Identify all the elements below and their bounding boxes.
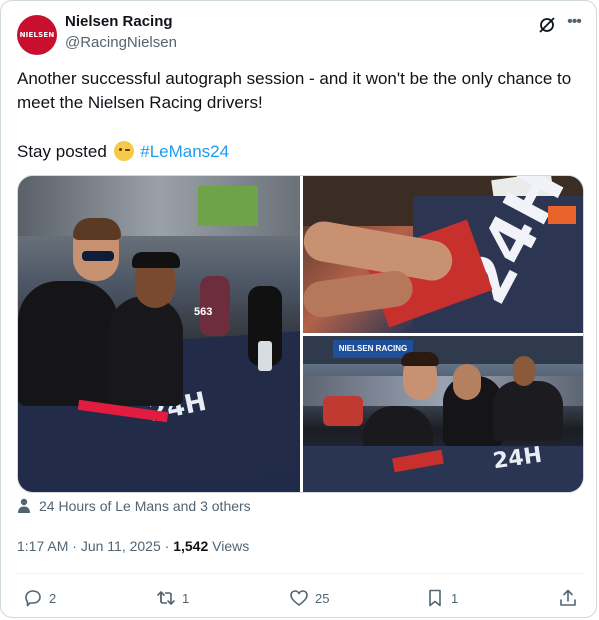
- share-button[interactable]: [558, 587, 584, 609]
- bookmark-icon: [429, 589, 441, 607]
- photo1-number: 563: [194, 306, 213, 318]
- grok-icon[interactable]: [537, 15, 557, 35]
- divider: [17, 573, 584, 574]
- repost-count: 1: [182, 590, 190, 606]
- photo-autograph-session-2[interactable]: 24H: [303, 176, 583, 333]
- meta-separator: ·: [164, 538, 174, 554]
- post-text-line2: Stay posted #LeMans24: [17, 140, 229, 164]
- post-date[interactable]: Jun 11, 2025: [81, 538, 161, 554]
- photo3-banner: NIELSEN RACING: [333, 340, 413, 358]
- reply-icon: [25, 590, 41, 607]
- post-time[interactable]: 1:17 AM: [17, 538, 68, 554]
- repost-icon: [157, 591, 175, 605]
- author-name[interactable]: Nielsen Racing: [65, 13, 173, 30]
- photo-autograph-session-1[interactable]: 24H 563: [18, 176, 300, 492]
- avatar-logo-text: NIELSEN: [19, 31, 55, 39]
- author-handle[interactable]: @RacingNielsen: [65, 34, 177, 51]
- hashtag-link[interactable]: #LeMans24: [140, 142, 229, 161]
- post-meta: 1:17 AM · Jun 11, 2025 · 1,542 Views: [17, 538, 249, 554]
- avatar[interactable]: NIELSEN: [17, 15, 57, 55]
- post-text-prefix: Stay posted: [17, 142, 107, 161]
- like-button[interactable]: 25: [289, 587, 329, 609]
- winking-face-icon: [113, 141, 134, 161]
- bookmark-button[interactable]: 1: [425, 587, 458, 609]
- more-options-icon[interactable]: •••: [564, 13, 584, 33]
- repost-button[interactable]: 1: [156, 587, 189, 609]
- views-count: 1,542: [173, 538, 209, 554]
- photo-autograph-session-3[interactable]: NIELSEN RACING 24H: [303, 336, 583, 492]
- heart-icon: [290, 590, 308, 606]
- post-text: Another successful autograph session - a…: [17, 69, 572, 112]
- post-card: NIELSEN Nielsen Racing @RacingNielsen ••…: [0, 0, 597, 618]
- tagged-text: 24 Hours of Le Mans and 3 others: [39, 498, 251, 514]
- like-count: 25: [315, 590, 330, 606]
- views-label: Views: [212, 538, 250, 554]
- share-icon: [560, 589, 576, 606]
- bookmark-count: 1: [451, 590, 459, 606]
- person-icon: [18, 498, 30, 513]
- reply-count: 2: [49, 590, 57, 606]
- reply-button[interactable]: 2: [23, 587, 56, 609]
- meta-separator: ·: [72, 538, 81, 554]
- tagged-users[interactable]: 24 Hours of Le Mans and 3 others: [17, 498, 251, 514]
- media-grid: 24H 563 24H NIELSEN RACING 24H: [17, 175, 584, 493]
